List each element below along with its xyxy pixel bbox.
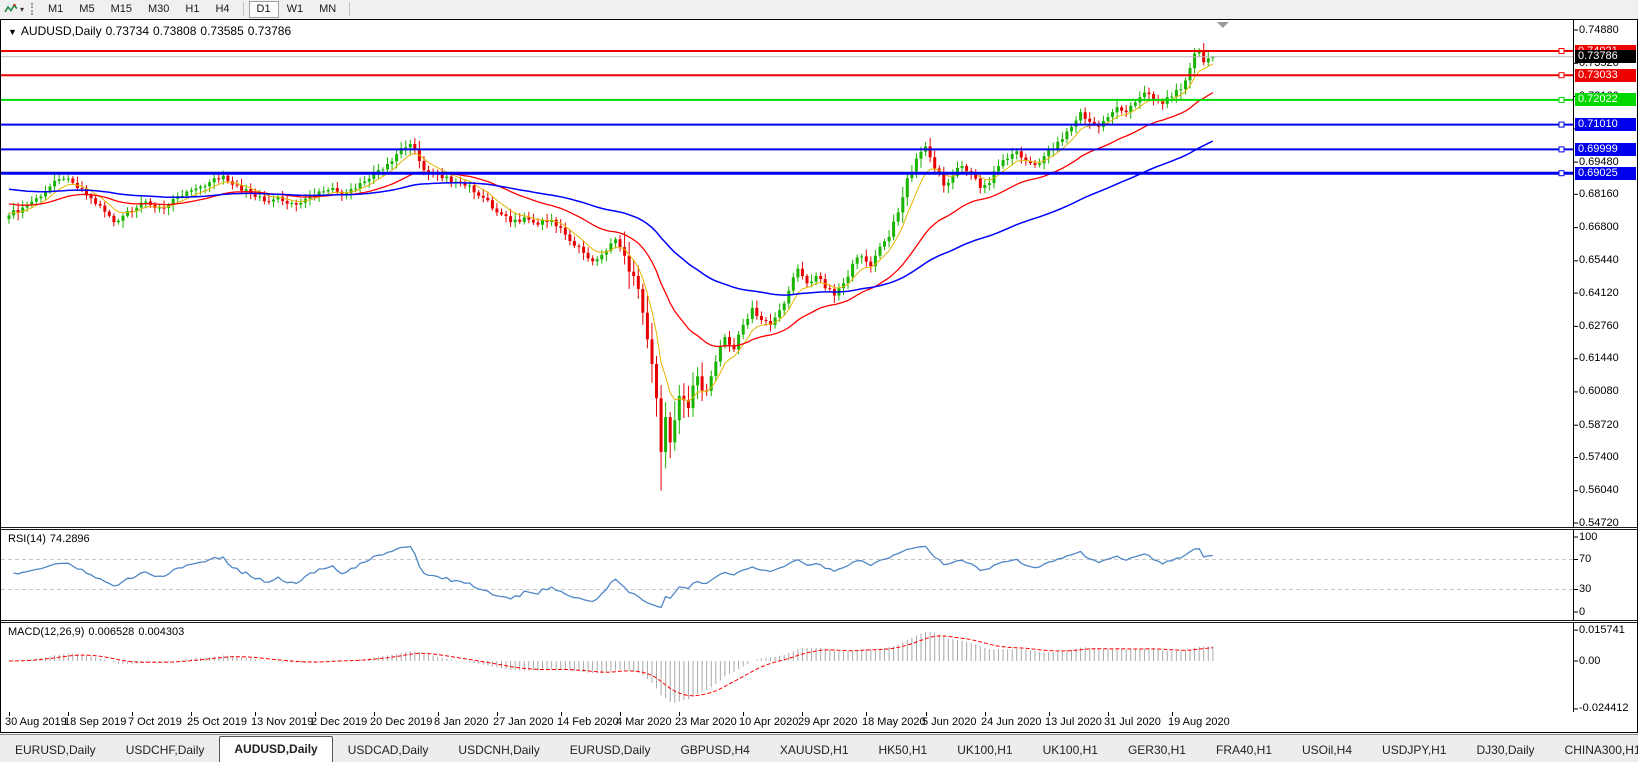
macd-signal-value: 0.004303 <box>138 626 184 638</box>
date-label: 18 Sep 2019 <box>64 716 126 728</box>
date-label: 23 Mar 2020 <box>675 716 737 728</box>
price-tick-label: 0.64120 <box>1579 288 1636 299</box>
ohlc-low: 0.73585 <box>200 24 243 38</box>
rsi-name: RSI(14) <box>8 533 46 545</box>
indicators-icon[interactable] <box>3 2 19 16</box>
timeframe-button-M5[interactable]: M5 <box>71 1 102 18</box>
date-label: 13 Jul 2020 <box>1045 716 1102 728</box>
price-tick-label: 0.58720 <box>1579 420 1636 431</box>
price-tick-label: 0.62760 <box>1579 321 1636 332</box>
timeframe-button-D1[interactable]: D1 <box>249 1 279 18</box>
date-label: 18 May 2020 <box>862 716 926 728</box>
macd-name: MACD(12,26,9) <box>8 626 84 638</box>
chart-tab-fra40-h1[interactable]: FRA40,H1 <box>1201 738 1287 762</box>
symbol-dropdown-icon[interactable]: ▼ <box>8 27 17 37</box>
chart-tab-eurusd-daily[interactable]: EURUSD,Daily <box>0 738 111 762</box>
timeframe-button-MN[interactable]: MN <box>311 1 344 18</box>
date-label: 13 Nov 2019 <box>251 716 313 728</box>
chart-tab-gbpusd-h4[interactable]: GBPUSD,H4 <box>665 738 764 762</box>
timeframe-toolbar: M1M5M15M30H1H4 D1W1MN <box>40 1 355 18</box>
dropdown-caret-icon[interactable]: ▾ <box>20 5 24 14</box>
date-label: 19 Aug 2020 <box>1168 716 1230 728</box>
date-label: 24 Jun 2020 <box>981 716 1042 728</box>
date-label: 7 Oct 2019 <box>128 716 182 728</box>
date-label: 8 Jan 2020 <box>434 716 488 728</box>
mt4-window: ▾ M1M5M15M30H1H4 D1W1MN ▼ AUDUSD,Daily 0.73… <box>0 0 1638 762</box>
price-tick-label: 0.65440 <box>1579 255 1636 266</box>
price-tick-label: 0.60080 <box>1579 386 1636 397</box>
hline-price-label[interactable]: 0.71010 <box>1575 118 1636 131</box>
chart-tab-china300-h1[interactable]: CHINA300,H1 <box>1550 738 1638 762</box>
current-price-label: 0.73786 <box>1575 50 1636 63</box>
rsi-axis-label: 100 <box>1579 532 1636 543</box>
date-label: 31 Jul 2020 <box>1104 716 1161 728</box>
timeframe-button-M15[interactable]: M15 <box>103 1 140 18</box>
macd-axis-label: -0.024412 <box>1579 703 1636 714</box>
chart-tab-xauusd-h1[interactable]: XAUUSD,H1 <box>765 738 864 762</box>
chart-tab-usdcnh-daily[interactable]: USDCNH,Daily <box>443 738 554 762</box>
price-tick-label: 0.57400 <box>1579 452 1636 463</box>
hline-price-label[interactable]: 0.73033 <box>1575 69 1636 82</box>
rsi-axis-label: 0 <box>1579 607 1636 618</box>
hline-price-label[interactable]: 0.72022 <box>1575 93 1636 106</box>
timeframe-button-M1[interactable]: M1 <box>40 1 71 18</box>
chart-tab-audusd-daily[interactable]: AUDUSD,Daily <box>219 736 332 762</box>
timeframe-button-H1[interactable]: H1 <box>177 1 207 18</box>
chart-tab-usdjpy-h1[interactable]: USDJPY,H1 <box>1367 738 1461 762</box>
price-tick-label: 0.56040 <box>1579 485 1636 496</box>
timeframe-button-H4[interactable]: H4 <box>207 1 237 18</box>
date-label: 29 Apr 2020 <box>798 716 857 728</box>
macd-main-value: 0.006528 <box>88 626 134 638</box>
rsi-label: RSI(14) 74.2896 <box>8 533 94 545</box>
date-label: 20 Dec 2019 <box>370 716 432 728</box>
timeframe-button-W1[interactable]: W1 <box>279 1 312 18</box>
toolbar-separator <box>243 2 244 16</box>
timeframe-button-M30[interactable]: M30 <box>140 1 177 18</box>
date-label: 25 Oct 2019 <box>187 716 247 728</box>
price-tick-label: 0.68160 <box>1579 189 1636 200</box>
price-tick-label: 0.54720 <box>1579 518 1636 529</box>
chart-tab-ger30-h1[interactable]: GER30,H1 <box>1113 738 1201 762</box>
chart-tab-usdchf-daily[interactable]: USDCHF,Daily <box>111 738 220 762</box>
price-chart-canvas[interactable] <box>1 20 1637 527</box>
macd-label: MACD(12,26,9) 0.006528 0.004303 <box>8 626 188 638</box>
toolbar-grip[interactable] <box>31 3 33 15</box>
chart-tab-dj30-daily[interactable]: DJ30,Daily <box>1462 738 1550 762</box>
chart-tab-uk100-h1[interactable]: UK100,H1 <box>1028 738 1113 762</box>
chart-tab-usoil-h4[interactable]: USOil,H4 <box>1287 738 1367 762</box>
date-label: 30 Aug 2019 <box>5 716 67 728</box>
chart-tab-usdcad-daily[interactable]: USDCAD,Daily <box>333 738 444 762</box>
ohlc-close: 0.73786 <box>248 24 291 38</box>
chart-window: ▼ AUDUSD,Daily 0.73734 0.73808 0.73585 0.7378… <box>0 19 1638 733</box>
ohlc-open: 0.73734 <box>106 24 149 38</box>
macd-axis-label: 0.015741 <box>1579 625 1636 636</box>
date-label: 2 Dec 2019 <box>311 716 367 728</box>
price-tick-label: 0.61440 <box>1579 353 1636 364</box>
date-label: 5 Jun 2020 <box>922 716 976 728</box>
macd-canvas[interactable] <box>1 623 1637 712</box>
macd-axis-label: 0.00 <box>1579 656 1636 667</box>
ohlc-high: 0.73808 <box>153 24 196 38</box>
chart-tab-eurusd-daily[interactable]: EURUSD,Daily <box>555 738 666 762</box>
hline-price-label[interactable]: 0.69025 <box>1575 167 1636 180</box>
rsi-axis-label: 70 <box>1579 554 1636 565</box>
rsi-value: 74.2896 <box>50 533 90 545</box>
chart-tabs: EURUSD,DailyUSDCHF,DailyAUDUSD,DailyUSDC… <box>0 734 1638 762</box>
rsi-axis-label: 30 <box>1579 584 1636 595</box>
date-label: 27 Jan 2020 <box>493 716 554 728</box>
price-tick-label: 0.74880 <box>1579 25 1636 36</box>
price-tick-label: 0.66800 <box>1579 222 1636 233</box>
date-label: 4 Mar 2020 <box>616 716 672 728</box>
toolbar-separator <box>349 2 350 16</box>
chart-tab-hk50-h1[interactable]: HK50,H1 <box>864 738 943 762</box>
rsi-canvas[interactable] <box>1 530 1637 620</box>
toolbar: ▾ M1M5M15M30H1H4 D1W1MN <box>0 0 1638 18</box>
hline-price-label[interactable]: 0.69999 <box>1575 143 1636 156</box>
date-label: 14 Feb 2020 <box>557 716 619 728</box>
chart-symbol: AUDUSD,Daily <box>21 24 102 38</box>
date-label: 10 Apr 2020 <box>739 716 798 728</box>
chart-title: ▼ AUDUSD,Daily 0.73734 0.73808 0.73585 0.7378… <box>8 24 295 38</box>
chart-tab-uk100-h1[interactable]: UK100,H1 <box>942 738 1027 762</box>
